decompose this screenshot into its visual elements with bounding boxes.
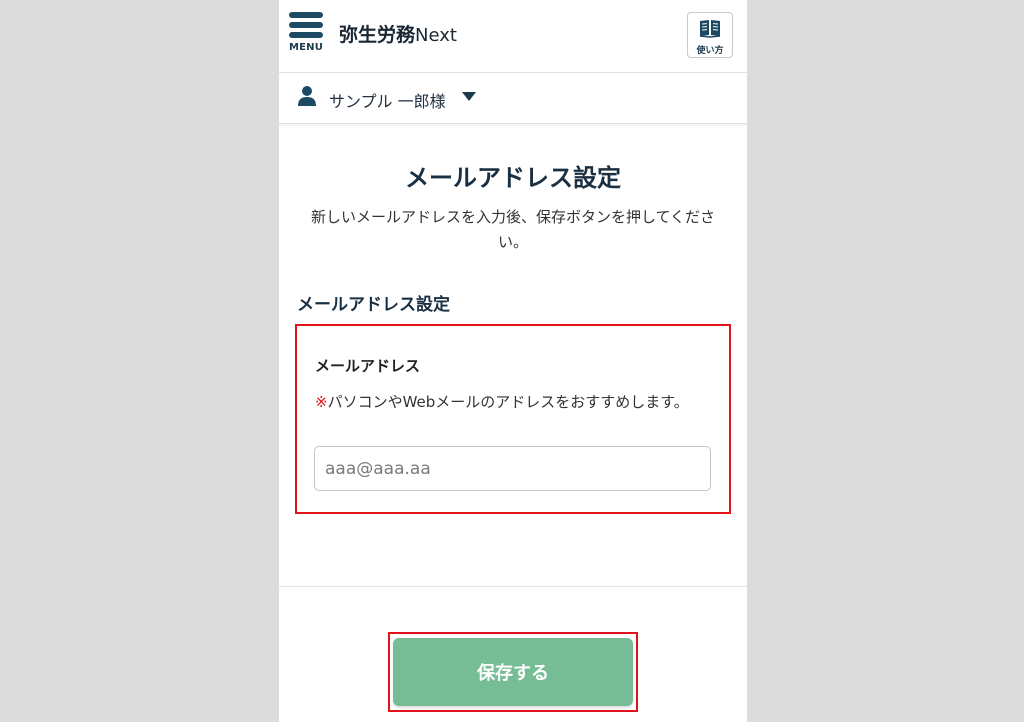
note-text: パソコンやWebメールのアドレスをおすすめします。 <box>327 393 689 411</box>
page-title: メールアドレス設定 <box>405 164 621 192</box>
app-header: MENU 弥生労務Next 使い方 <box>279 0 747 73</box>
email-form-group: メールアドレス ※パソコンやWebメールのアドレスをおすすめします。 <box>295 324 731 514</box>
email-input[interactable] <box>314 446 711 491</box>
page-description: 新しいメールアドレスを入力後、保存ボタンを押してください。 <box>310 208 716 251</box>
section-heading: メールアドレス設定 <box>297 295 450 315</box>
save-highlight: 保存する <box>388 632 638 712</box>
help-label: 使い方 <box>696 46 724 56</box>
footer-divider <box>279 586 747 587</box>
menu-label: MENU <box>288 42 324 53</box>
book-icon <box>699 20 721 38</box>
mobile-screen: MENU 弥生労務Next 使い方 サンプル 一郎様 メールアドレス設定 新しい… <box>279 0 747 722</box>
email-field-note: ※パソコンやWebメールのアドレスをおすすめします。 <box>315 390 707 414</box>
app-name: 弥生労務 <box>339 24 416 46</box>
email-field-label: メールアドレス <box>315 357 421 375</box>
chevron-down-icon[interactable] <box>462 92 476 102</box>
hamburger-icon <box>287 12 325 38</box>
user-name[interactable]: サンプル 一郎様 <box>329 88 446 112</box>
app-suffix: Next <box>415 25 457 46</box>
save-button[interactable]: 保存する <box>393 638 633 706</box>
menu-button[interactable]: MENU <box>287 12 325 60</box>
user-icon <box>298 86 316 106</box>
user-bar: サンプル 一郎様 <box>279 73 747 124</box>
app-title: 弥生労務Next <box>339 20 457 47</box>
note-mark: ※ <box>315 393 328 411</box>
help-button[interactable]: 使い方 <box>687 12 733 58</box>
